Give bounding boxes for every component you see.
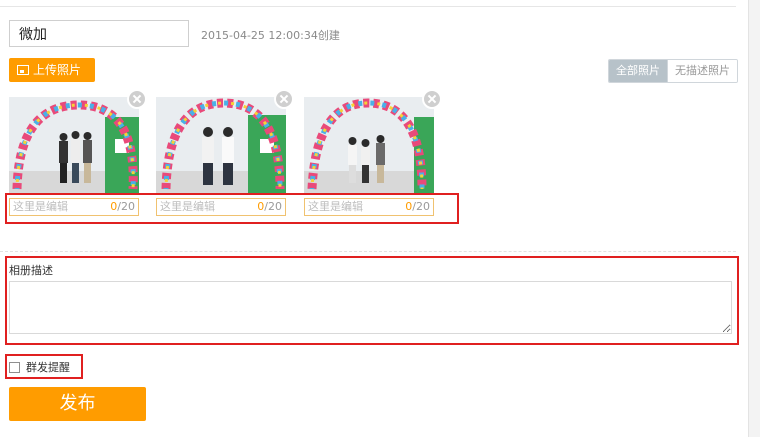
upload-photo-label: 上传照片	[33, 63, 82, 77]
created-timestamp: 2015-04-25 12:00:34创建	[201, 29, 340, 42]
caption-highlight-box	[5, 193, 459, 224]
filter-undescribed-photos[interactable]: 无描述照片	[667, 60, 737, 82]
photo-image	[9, 97, 139, 193]
photo-thumbnail[interactable]	[156, 89, 294, 193]
upload-photo-button[interactable]: 上传照片	[9, 58, 95, 82]
remind-highlight-box	[5, 354, 83, 379]
photo-thumbnail[interactable]	[304, 89, 442, 193]
delete-photo-icon[interactable]	[274, 89, 294, 109]
photo-filter: 全部照片 无描述照片	[608, 59, 738, 83]
top-divider	[0, 6, 736, 7]
photo-thumbnail[interactable]	[9, 89, 147, 193]
publish-button[interactable]: 发布	[9, 387, 146, 421]
description-highlight-box	[5, 256, 739, 345]
filter-all-photos[interactable]: 全部照片	[609, 60, 667, 82]
section-divider	[0, 251, 736, 252]
delete-photo-icon[interactable]	[127, 89, 147, 109]
scrollbar[interactable]	[748, 0, 760, 437]
photo-image	[304, 97, 434, 193]
image-icon	[17, 65, 29, 75]
delete-photo-icon[interactable]	[422, 89, 442, 109]
photo-image	[156, 97, 286, 193]
album-name-input[interactable]	[9, 20, 189, 47]
